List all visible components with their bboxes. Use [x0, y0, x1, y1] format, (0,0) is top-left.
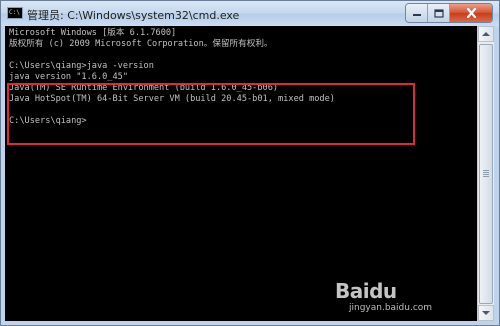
console-line: Microsoft Windows [版本 6.1.7600]	[9, 28, 177, 38]
scroll-thumb[interactable]	[479, 44, 493, 304]
scroll-down-button[interactable]	[478, 305, 494, 321]
watermark-logo: Baidu	[335, 279, 397, 303]
window-controls	[405, 3, 493, 23]
minimize-icon	[412, 14, 421, 16]
console-line: 版权所有 (c) 2009 Microsoft Corporation。保留所有…	[9, 39, 273, 49]
highlight-annotation	[7, 83, 415, 145]
console-line: C:\Users\qiang>java -version	[9, 61, 154, 71]
cmd-window: C:\ 管理员: C:\Windows\system32\cmd.exe Mic…	[0, 0, 500, 326]
maximize-icon	[433, 8, 444, 18]
close-button[interactable]	[450, 4, 492, 22]
watermark-url: jingyan.baidu.com	[349, 303, 433, 313]
maximize-button[interactable]	[428, 4, 450, 22]
close-icon	[466, 8, 476, 18]
minimize-button[interactable]	[406, 4, 428, 22]
scroll-up-button[interactable]	[478, 26, 494, 42]
cmd-app-icon[interactable]: C:\	[7, 7, 23, 19]
window-title: 管理员: C:\Windows\system32\cmd.exe	[27, 9, 240, 22]
scroll-down-icon	[482, 311, 490, 315]
baidu-watermark: Baidu jingyan.baidu.com	[335, 279, 455, 315]
console-output[interactable]: Microsoft Windows [版本 6.1.7600] 版权所有 (c)…	[5, 26, 477, 321]
console-line: java version "1.6.0_45"	[9, 72, 128, 82]
vertical-scrollbar[interactable]	[477, 26, 494, 321]
title-bar[interactable]: C:\ 管理员: C:\Windows\system32\cmd.exe	[1, 1, 499, 26]
scroll-up-icon	[482, 32, 490, 36]
